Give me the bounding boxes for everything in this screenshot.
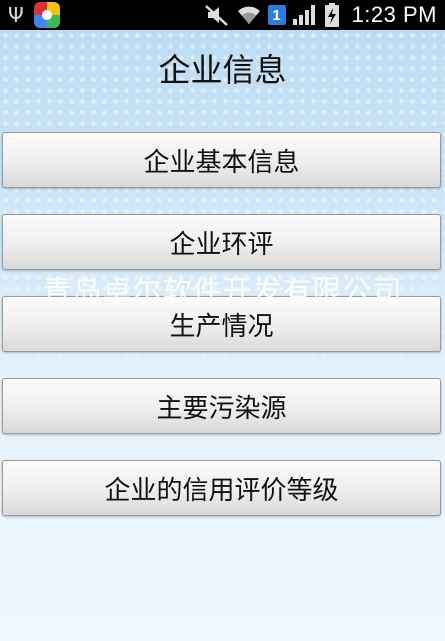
app-icon — [33, 2, 60, 28]
menu-button-environmental-assessment[interactable]: 企业环评 — [2, 214, 441, 270]
signal-icon — [292, 5, 315, 25]
wifi-icon — [237, 6, 260, 24]
usb-icon: Ψ — [8, 3, 24, 27]
status-bar: Ψ 1 1:23 PM — [0, 0, 445, 30]
status-bar-right: 1 1:23 PM — [204, 0, 437, 30]
menu-button-production[interactable]: 生产情况 — [2, 296, 441, 352]
sim-badge: 1 — [267, 5, 286, 25]
menu-button-pollution-sources[interactable]: 主要污染源 — [2, 378, 441, 434]
battery-icon — [324, 3, 339, 27]
menu-button-credit-rating[interactable]: 企业的信用评价等级 — [2, 460, 441, 516]
page-title: 企业信息 — [158, 51, 287, 89]
status-bar-left: Ψ — [8, 0, 60, 30]
menu-button-basic-info[interactable]: 企业基本信息 — [2, 132, 441, 188]
clock: 1:23 PM — [351, 2, 437, 27]
app-content: 企业信息 企业基本信息 企业环评 生产情况 主要污染源 企业的信用评价等级 — [0, 30, 445, 641]
mute-icon — [204, 5, 228, 26]
